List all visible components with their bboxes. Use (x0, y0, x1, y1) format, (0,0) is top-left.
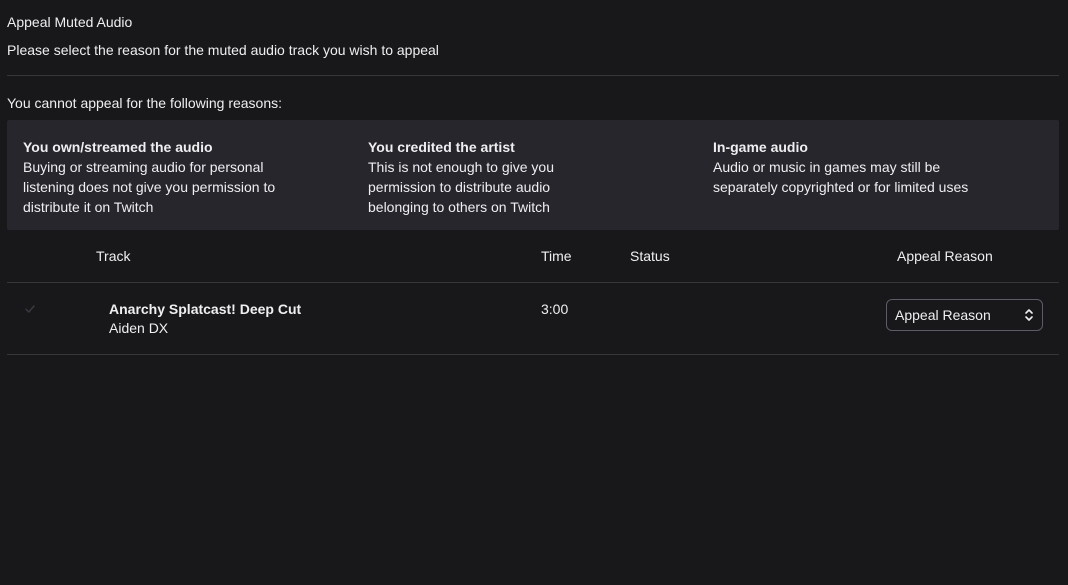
restriction-body: This is not enough to give you permissio… (368, 159, 555, 215)
column-header-status: Status (630, 248, 670, 264)
chevron-up-down-icon (1016, 300, 1042, 330)
restriction-item-in-game-audio: In-game audio Audio or music in games ma… (713, 137, 983, 197)
column-header-time: Time (541, 248, 572, 264)
table-header-divider (7, 282, 1059, 283)
restriction-item-credited-artist: You credited the artist This is not enou… (368, 137, 608, 217)
appeal-reason-select-value: Appeal Reason (895, 307, 991, 323)
restriction-item-owned-audio: You own/streamed the audio Buying or str… (23, 137, 293, 217)
restriction-body: Buying or streaming audio for personal l… (23, 159, 276, 215)
page-title: Appeal Muted Audio (7, 14, 133, 30)
column-header-appeal-reason: Appeal Reason (897, 248, 993, 264)
checkmark-icon (24, 302, 36, 314)
restriction-title: You credited the artist (368, 139, 515, 155)
restriction-body: Audio or music in games may still be sep… (713, 159, 969, 195)
table-row-divider (7, 354, 1059, 355)
track-time: 3:00 (541, 301, 569, 317)
restrictions-panel: You own/streamed the audio Buying or str… (7, 120, 1059, 230)
restriction-title: You own/streamed the audio (23, 139, 213, 155)
column-header-track: Track (96, 248, 131, 264)
appeal-muted-audio-page: Appeal Muted Audio Please select the rea… (0, 0, 1068, 585)
track-title: Anarchy Splatcast! Deep Cut (109, 301, 302, 317)
track-artist: Aiden DX (109, 320, 169, 336)
appeal-reason-select[interactable]: Appeal Reason (886, 299, 1043, 331)
restriction-title: In-game audio (713, 139, 808, 155)
header-divider (7, 75, 1059, 76)
page-subtitle: Please select the reason for the muted a… (7, 42, 439, 58)
restrictions-heading: You cannot appeal for the following reas… (7, 95, 283, 111)
